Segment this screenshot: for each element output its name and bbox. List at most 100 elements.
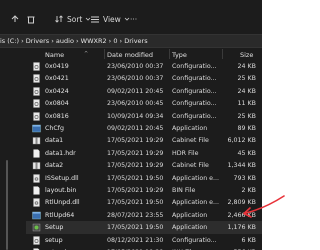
sort-arrow-icon: ^: [84, 51, 89, 57]
file-type: Configuratio...: [172, 63, 217, 70]
config-file-icon: [32, 87, 41, 96]
dll-file-icon: [32, 198, 41, 208]
file-row[interactable]: ISSetup.dll 17/05/2021 19:50 Application e…: [26, 172, 287, 185]
file-name: data2: [45, 162, 64, 170]
sort-button[interactable]: Sort: [54, 11, 91, 27]
breadcrumb: is (C:) › Drivers › audio › WWXR2 › 0 › …: [0, 37, 148, 45]
file-name: setup: [45, 236, 63, 244]
file-size: 24 KB: [237, 87, 256, 95]
file-date-modified: 17/05/2021 19:29: [107, 162, 164, 170]
view-label: View: [103, 14, 121, 24]
application-icon: [32, 124, 41, 133]
file-type: Configuratio...: [172, 87, 217, 95]
file-type: Cabinet File: [172, 162, 209, 170]
file-size: 2,466 KB: [227, 211, 256, 219]
file-type: Application e...: [172, 174, 220, 182]
column-header-name[interactable]: Name: [45, 51, 64, 59]
file-size: 793 KB: [233, 174, 256, 182]
file-date-modified: 28/07/2021 23:55: [107, 211, 164, 219]
column-divider[interactable]: [104, 49, 105, 59]
file-row[interactable]: data1.hdr 17/05/2021 19:29 HDR File 45 KB: [26, 147, 287, 160]
file-date-modified: 17/05/2021 19:29: [107, 187, 164, 194]
file-type: Configuratio...: [172, 75, 217, 83]
sort-label: Sort: [67, 14, 83, 24]
file-row[interactable]: data2 17/05/2021 19:29 Cabinet File 1,344 K…: [26, 159, 287, 172]
file-size: 6 KB: [241, 236, 256, 244]
file-size: 45 KB: [237, 149, 256, 157]
file-size: 1,344 KB: [227, 162, 256, 170]
view-button[interactable]: View: [90, 11, 130, 27]
dll-file-icon: [32, 173, 41, 183]
file-row[interactable]: setup.inx17/05/2021 19:29INX File556 KB: [26, 246, 287, 250]
file-row[interactable]: RtlUnpd.dll 17/05/2021 19:50 Application e…: [26, 196, 287, 209]
cabinet-file-icon: [32, 161, 41, 170]
file-type: Configuratio...: [172, 236, 217, 244]
column-header-row: ^ Name Date modified Type Size: [26, 48, 287, 60]
column-header-date[interactable]: Date modified: [107, 51, 153, 59]
file-name: ChCfg: [45, 125, 64, 132]
setup-application-icon: [32, 223, 41, 232]
file-type: Application: [172, 224, 208, 232]
file-name: layout.bin: [45, 187, 77, 194]
file-row[interactable]: 0x0816 10/09/2014 09:34 Configuratio... 25 …: [26, 110, 287, 123]
chevron-down-icon: [124, 17, 130, 21]
column-divider[interactable]: [169, 49, 170, 59]
file-size: 25 KB: [237, 112, 256, 120]
file-size: 1,176 KB: [227, 224, 256, 232]
file-name: RtlUnpd.dll: [45, 199, 80, 207]
file-name: 0x0421: [45, 75, 69, 83]
file-date-modified: 08/12/2021 21:30: [107, 236, 164, 244]
file-name: data1: [45, 137, 64, 145]
file-size: 11 KB: [237, 100, 256, 108]
file-row[interactable]: ChCfg 09/02/2011 20:45 Application 89 KB: [26, 122, 287, 135]
file-date-modified: 10/09/2014 09:34: [107, 112, 164, 120]
delete-button[interactable]: [26, 11, 36, 27]
file-type: BIN File: [172, 187, 196, 194]
sort-icon: [55, 15, 63, 23]
file-row[interactable]: RtlUpd64 28/07/2021 23:55 Application 2,466…: [26, 209, 287, 222]
file-name: ISSetup.dll: [45, 174, 79, 182]
command-bar: Sort View ···: [0, 8, 287, 30]
file-date-modified: 09/02/2011 20:45: [107, 87, 164, 95]
config-file-icon: [32, 99, 41, 108]
file-type: Application e...: [172, 199, 220, 207]
column-divider[interactable]: [222, 49, 223, 59]
file-size: 89 KB: [237, 125, 256, 132]
file-row[interactable]: 0x0424 09/02/2011 20:45 Configuratio... 24 …: [26, 85, 287, 98]
navigation-pane: [0, 50, 26, 250]
file-row[interactable]: 0x0419 23/06/2010 00:37 Configuratio... 24 …: [26, 60, 287, 73]
file-date-modified: 17/05/2021 19:50: [107, 199, 164, 207]
file-row[interactable]: Setup 17/05/2021 19:50 Application 1,176 KB: [26, 221, 287, 235]
navigation-scrollbar[interactable]: [6, 160, 8, 250]
file-icon: [32, 149, 41, 158]
view-icon: [91, 16, 99, 23]
more-label: ···: [130, 14, 138, 24]
address-bar[interactable]: is (C:) › Drivers › audio › WWXR2 › 0 › …: [0, 34, 287, 48]
file-date-modified: 17/05/2021 19:50: [107, 224, 164, 232]
more-options-button[interactable]: ···: [130, 11, 137, 27]
file-size: 2,809 KB: [227, 199, 256, 207]
file-name: 0x0419: [45, 63, 69, 70]
cabinet-file-icon: [32, 136, 41, 145]
file-row[interactable]: data1 17/05/2021 19:29 Cabinet File 6,012 K…: [26, 134, 287, 147]
file-type: Configuratio...: [172, 112, 217, 120]
file-row[interactable]: layout.bin 17/05/2021 19:29 BIN File 2 KB: [26, 184, 287, 197]
file-date-modified: 09/02/2011 20:45: [107, 125, 164, 132]
background-area: [262, 0, 287, 250]
file-name: 0x0424: [45, 87, 69, 95]
column-header-size[interactable]: Size: [240, 51, 253, 59]
file-size: 25 KB: [237, 75, 256, 83]
file-size: 24 KB: [237, 63, 256, 70]
file-row[interactable]: setup 08/12/2021 21:30 Configuratio... 6 KB: [26, 234, 287, 247]
file-row[interactable]: 0x0804 23/06/2010 00:45 Configuratio... 11 …: [26, 97, 287, 110]
trash-icon: [27, 16, 35, 24]
file-row[interactable]: 0x0421 23/06/2010 00:37 Configuratio... 25 …: [26, 72, 287, 85]
config-file-icon: [32, 74, 41, 84]
file-name: RtlUpd64: [45, 211, 75, 219]
file-date-modified: 23/06/2010 00:45: [107, 100, 164, 108]
file-date-modified: 17/05/2021 19:50: [107, 174, 164, 182]
share-button[interactable]: [10, 11, 20, 27]
column-header-type[interactable]: Type: [172, 51, 187, 59]
file-type: HDR File: [172, 149, 199, 157]
file-date-modified: 23/06/2010 00:37: [107, 63, 164, 70]
